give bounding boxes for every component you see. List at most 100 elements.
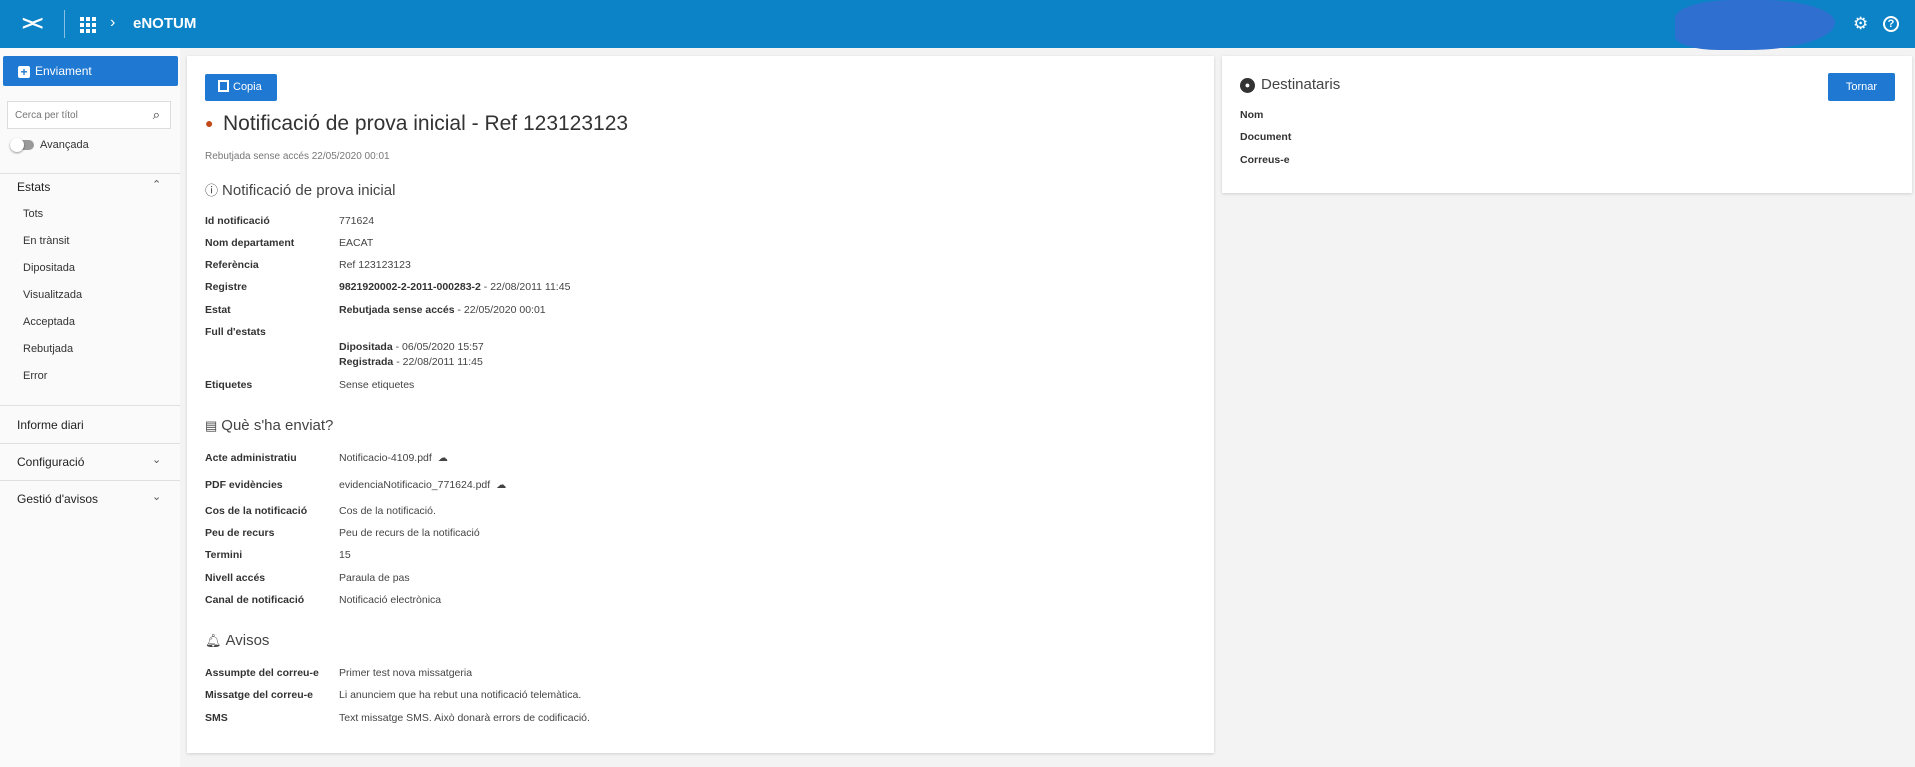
etiquetes-label: Etiquetes <box>205 379 253 391</box>
ref-value: Ref 123123123 <box>339 259 411 271</box>
canal-label: Canal de notificació <box>205 594 305 606</box>
registre-date: - 22/08/2011 11:45 <box>480 281 571 293</box>
estat-value: Rebutjada sense accés - 22/05/2020 00:01 <box>339 304 546 316</box>
redacted-area <box>1675 0 1835 50</box>
medal-icon: ● <box>205 115 214 131</box>
informe-diari-link[interactable]: Informe diari <box>17 418 84 432</box>
copy-button[interactable]: Copia <box>205 74 277 101</box>
estat-item-dipositada[interactable]: Dipositada <box>23 262 75 274</box>
estat-item-rebutjada[interactable]: Rebutjada <box>23 343 73 355</box>
document-label: Document <box>1240 131 1292 143</box>
id-label: Id notificació <box>205 215 270 227</box>
back-button[interactable]: Tornar <box>1828 73 1895 101</box>
top-bar: >< › eNOTUM ⚙ ? <box>0 0 1915 50</box>
cos-label: Cos de la notificació <box>205 505 308 517</box>
full-estats-date: - 22/08/2011 11:45 <box>393 356 483 368</box>
full-estats-entry: Registrada - 22/08/2011 11:45 <box>339 356 483 368</box>
nom-label: Nom <box>1240 109 1264 121</box>
estat-item-acceptada[interactable]: Acceptada <box>23 316 75 328</box>
estat-item-error[interactable]: Error <box>23 370 47 382</box>
section-heading-sent: ▤ Què s'ha enviat? <box>205 417 333 434</box>
registre-value: 9821920002-2-2011-000283-2 - 22/08/2011 … <box>339 281 570 293</box>
acte-value: Notificacio-4109.pdf ☁ <box>339 452 448 464</box>
estat-label: Estat <box>205 304 231 316</box>
search-box: ⌕ <box>7 101 171 129</box>
chevron-right-icon: › <box>110 14 116 31</box>
help-icon[interactable]: ? <box>1883 16 1899 32</box>
search-input[interactable] <box>8 102 138 128</box>
page-title: Notificació de prova inicial - Ref 12312… <box>223 112 629 135</box>
pdf-file-link[interactable]: evidenciaNotificacio_771624.pdf <box>339 479 490 491</box>
plus-icon: + <box>18 65 30 78</box>
recipients-heading-text: Destinataris <box>1261 76 1341 93</box>
divider <box>0 480 180 481</box>
cloud-download-icon[interactable]: ☁ <box>438 453 448 464</box>
new-enviament-button[interactable]: + Enviament <box>3 56 178 86</box>
divider <box>0 443 180 444</box>
app-logo[interactable]: >< <box>22 13 43 36</box>
registre-label: Registre <box>205 281 248 293</box>
documents-icon: ▤ <box>205 418 218 433</box>
ref-label: Referència <box>205 259 259 271</box>
configuracio-section-title[interactable]: Configuració <box>17 455 84 469</box>
bell-icon: 🔔︎ <box>205 633 222 648</box>
termini-value: 15 <box>339 549 351 561</box>
section-heading-avisos: 🔔︎ Avisos <box>205 632 269 649</box>
canal-value: Notificació electrònica <box>339 594 442 606</box>
advanced-toggle[interactable] <box>10 138 34 152</box>
dept-value: EACAT <box>339 237 374 249</box>
dept-label: Nom departament <box>205 237 295 249</box>
etiquetes-value: Sense etiquetes <box>339 379 415 391</box>
termini-label: Termini <box>205 549 243 561</box>
divider <box>0 173 180 174</box>
sms-value: Text missatge SMS. Això donarà errors de… <box>339 712 590 724</box>
chevron-down-icon[interactable]: ⌄ <box>152 490 161 503</box>
pdf-value: evidenciaNotificacio_771624.pdf ☁ <box>339 479 506 491</box>
apps-grid-icon[interactable] <box>80 17 96 33</box>
divider <box>0 405 180 406</box>
chevron-down-icon[interactable]: ⌄ <box>152 453 161 466</box>
missatge-value: Li anunciem que ha rebut una notificació… <box>339 689 582 701</box>
estat-item-visualitzada[interactable]: Visualitzada <box>23 289 82 301</box>
advanced-label: Avançada <box>40 139 89 151</box>
copy-icon <box>218 80 229 92</box>
recipients-heading: ● Destinataris <box>1240 76 1340 93</box>
recipients-card: ● Destinataris Tornar Nom Document Correu… <box>1222 56 1912 193</box>
full-estats-state: Registrada <box>339 356 394 368</box>
nivell-label: Nivell accés <box>205 572 266 584</box>
sms-label: SMS <box>205 712 228 724</box>
user-icon: ● <box>1240 78 1255 93</box>
assumpte-label: Assumpte del correu-e <box>205 667 319 679</box>
cos-value: Cos de la notificació. <box>339 505 436 517</box>
full-estats-entry: Dipositada - 06/05/2020 15:57 <box>339 341 484 353</box>
email-label: Correus-e <box>1240 154 1290 166</box>
enviament-label: Enviament <box>35 64 92 78</box>
acte-file-link[interactable]: Notificacio-4109.pdf <box>339 452 432 464</box>
estat-state: Rebutjada sense accés <box>339 304 455 316</box>
full-estats-label: Full d'estats <box>205 326 266 338</box>
pdf-label: PDF evidències <box>205 479 283 491</box>
status-subtitle: Rebutjada sense accés 22/05/2020 00:01 <box>205 151 390 162</box>
missatge-label: Missatge del correu-e <box>205 689 313 701</box>
gear-icon[interactable]: ⚙ <box>1853 14 1868 34</box>
registre-number: 9821920002-2-2011-000283-2 <box>339 281 481 293</box>
full-estats-state: Dipositada <box>339 341 393 353</box>
gestio-avisos-section-title[interactable]: Gestió d'avisos <box>17 492 98 506</box>
search-icon[interactable]: ⌕ <box>153 107 160 123</box>
estats-section-title[interactable]: Estats <box>17 180 50 194</box>
acte-label: Acte administratiu <box>205 452 297 464</box>
assumpte-value: Primer test nova missatgeria <box>339 667 473 679</box>
sidebar: + Enviament ⌕ Avançada Estats ⌃ Tots En t… <box>0 48 180 767</box>
peu-value: Peu de recurs de la notificació <box>339 527 480 539</box>
peu-label: Peu de recurs <box>205 527 275 539</box>
notification-detail-card: Copia ● Notificació de prova inicial - R… <box>187 56 1214 753</box>
info-icon: ⓘ <box>205 183 219 198</box>
cloud-download-icon[interactable]: ☁ <box>496 480 506 491</box>
estat-item-en-transit[interactable]: En trànsit <box>23 235 69 247</box>
divider <box>64 10 65 38</box>
copy-label: Copia <box>233 81 262 93</box>
id-value: 771624 <box>339 215 375 227</box>
chevron-up-icon[interactable]: ⌃ <box>152 178 161 191</box>
app-title[interactable]: eNOTUM <box>133 15 196 32</box>
estat-item-tots[interactable]: Tots <box>23 208 43 220</box>
